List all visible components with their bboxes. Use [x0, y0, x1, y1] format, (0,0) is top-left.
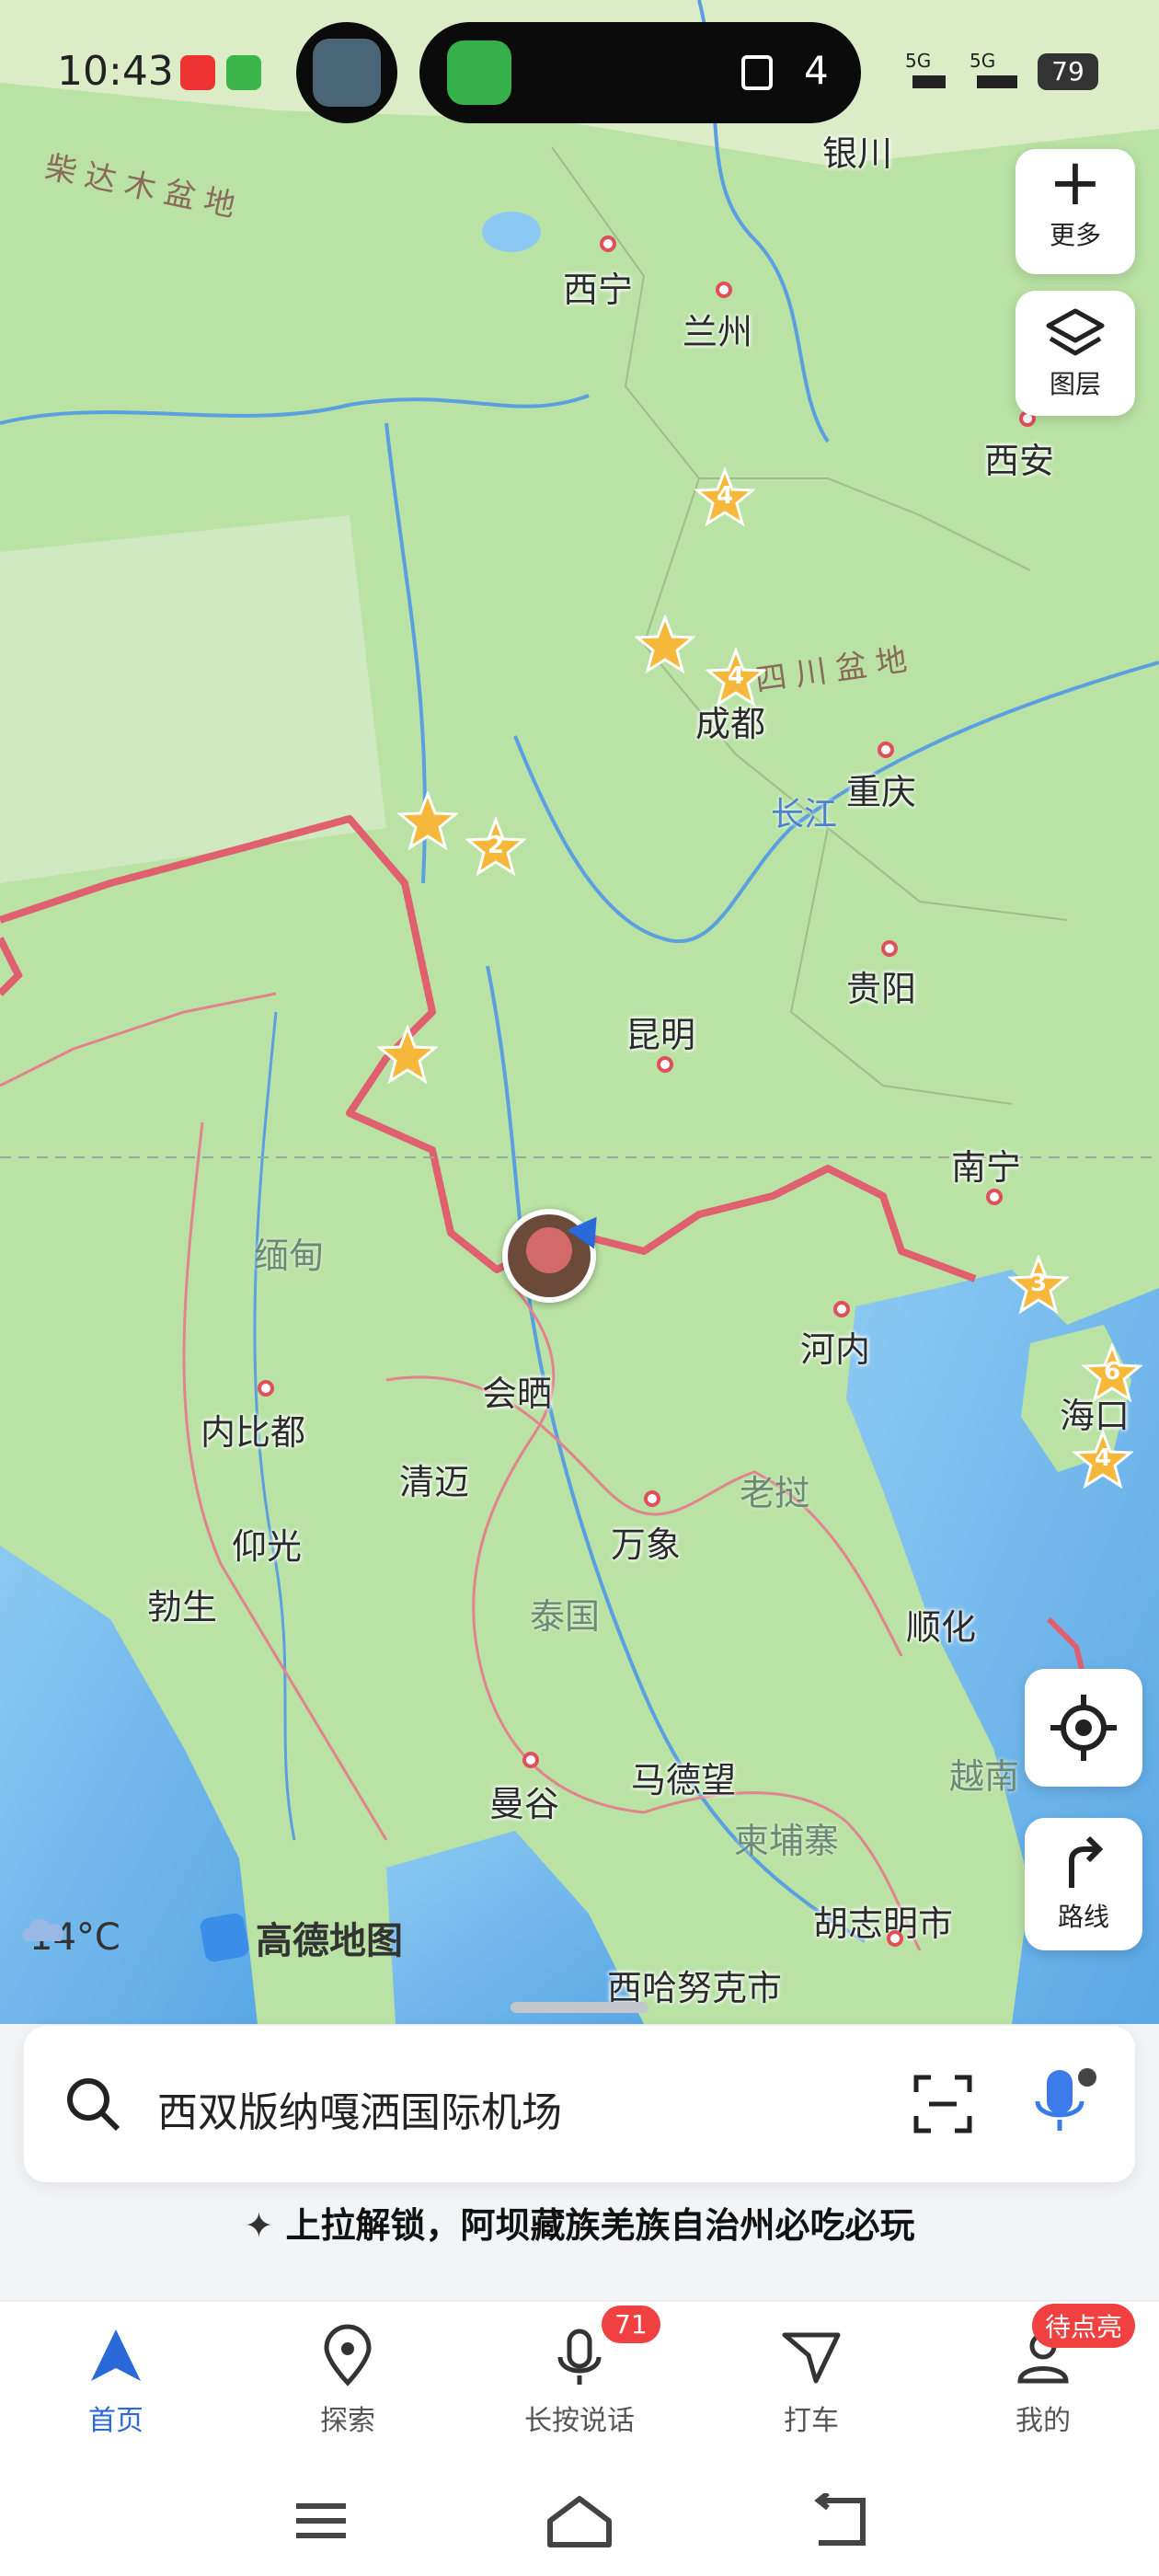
scenic-spot-marker[interactable]: 4	[1073, 1430, 1133, 1490]
app-notification-icon	[180, 55, 215, 90]
battery-icon: 79	[1038, 53, 1098, 90]
search-bar[interactable]: 西双版纳嘎洒国际机场	[24, 2026, 1135, 2182]
status-time: 10:43	[57, 48, 174, 95]
signal-icon: 5G	[970, 50, 1023, 90]
app-logo-icon	[447, 40, 511, 105]
taxi-icon	[782, 2332, 841, 2384]
scenic-spot-marker[interactable]: 2	[465, 817, 526, 878]
search-icon	[67, 2078, 120, 2132]
scenic-spot-marker[interactable]: 6	[1082, 1343, 1142, 1404]
dynamic-island[interactable]: 4	[419, 22, 861, 123]
city-label[interactable]: 曼谷	[489, 1776, 559, 1826]
city-dot	[522, 1752, 539, 1768]
home-icon[interactable]	[543, 2493, 616, 2548]
city-dot	[258, 1380, 274, 1397]
city-label[interactable]: 万象	[611, 1516, 681, 1567]
layers-icon	[1046, 308, 1105, 356]
crosshair-icon	[1050, 1695, 1117, 1761]
city-label[interactable]: 兰州	[683, 304, 752, 354]
weather-widget[interactable]: 14°C	[17, 1910, 120, 1965]
city-label[interactable]: 河内	[800, 1321, 870, 1372]
search-input[interactable]: 西双版纳嘎洒国际机场	[157, 2079, 562, 2138]
country-label: 缅甸	[254, 1236, 325, 1276]
country-label: 泰国	[530, 1596, 601, 1637]
city-dot	[986, 1189, 1003, 1205]
route-button[interactable]: 路线	[1025, 1818, 1142, 1950]
scenic-spot-marker[interactable]: 4	[706, 648, 766, 708]
app-notification-icon	[226, 55, 261, 90]
system-nav-bar	[0, 2466, 1159, 2576]
city-label[interactable]: 内比都	[201, 1404, 305, 1455]
location-pin-icon	[324, 2324, 372, 2386]
tab-voice[interactable]: 长按说话 71	[478, 2306, 681, 2438]
scenic-spot-marker[interactable]	[377, 1025, 438, 1086]
city-dot	[657, 1056, 673, 1073]
city-label[interactable]: 马德望	[631, 1752, 736, 1802]
scenic-spot-marker[interactable]	[397, 791, 458, 852]
city-label[interactable]: 清迈	[399, 1454, 469, 1504]
plus-icon: +	[1048, 144, 1103, 220]
promo-banner[interactable]: ✦ 上拉解锁，阿坝藏族羌族自治州必吃必玩	[0, 2197, 1159, 2248]
tab-profile[interactable]: 我的 待点亮	[942, 2304, 1144, 2438]
brand-logo: 高德地图	[199, 1910, 403, 1965]
city-label[interactable]: 昆明	[625, 1006, 695, 1057]
notification-badge: 待点亮	[1032, 2304, 1136, 2348]
layers-button[interactable]: 图层	[1016, 291, 1135, 416]
back-icon[interactable]	[806, 2493, 870, 2548]
menu-icon[interactable]	[289, 2493, 353, 2548]
luggage-icon	[741, 55, 773, 90]
city-label[interactable]: 胡志明市	[813, 1895, 953, 1946]
sparkle-icon: ✦	[244, 2205, 286, 2246]
status-bar: 10:43 4 5G 5G 79	[0, 0, 1159, 147]
city-label[interactable]: 西安	[984, 432, 1054, 483]
locate-button[interactable]	[1025, 1669, 1142, 1787]
scenic-spot-marker[interactable]	[635, 615, 695, 675]
city-dot	[833, 1301, 850, 1317]
city-dot	[600, 236, 616, 252]
country-label: 越南	[949, 1756, 1020, 1797]
city-label[interactable]: 南宁	[951, 1139, 1021, 1190]
signal-icon: 5G	[905, 50, 951, 90]
bottom-tab-bar: 首页 探索 长按说话 71 打车 我的 待点亮	[0, 2300, 1159, 2467]
city-dot	[887, 1930, 903, 1947]
city-label[interactable]: 会晒	[482, 1365, 552, 1416]
city-label[interactable]: 仰光	[232, 1518, 302, 1569]
island-count: 4	[804, 48, 829, 93]
map-canvas[interactable]: 柴达木盆地 四川盆地 长江 缅甸 老挝 泰国 越南 柬埔寨 银川 西宁 兰州 西…	[0, 0, 1159, 2024]
cloud-icon	[22, 1918, 63, 1941]
microphone-icon	[557, 2329, 602, 2385]
city-dot	[644, 1490, 660, 1507]
avatar	[526, 1227, 572, 1273]
battery-level: 79	[1051, 56, 1084, 86]
notification-badge: 71	[602, 2306, 660, 2343]
tab-home[interactable]: 首页	[15, 2324, 217, 2438]
country-label: 柬埔寨	[734, 1821, 840, 1861]
city-label[interactable]: 重庆	[846, 764, 916, 814]
scan-icon[interactable]	[911, 2072, 975, 2136]
country-label: 老挝	[740, 1473, 810, 1513]
city-label[interactable]: 西宁	[563, 261, 633, 312]
voice-assistant-icon[interactable]	[1027, 2063, 1100, 2145]
river-label: 长江	[771, 796, 838, 834]
city-label[interactable]: 勃生	[147, 1579, 217, 1629]
brand-icon	[199, 1912, 250, 1963]
route-arrow-icon	[1069, 1835, 1104, 1888]
city-label[interactable]: 顺化	[906, 1599, 976, 1650]
city-dot	[716, 282, 732, 298]
city-label[interactable]: 贵阳	[846, 960, 916, 1011]
nav-arrow-icon	[91, 2329, 141, 2381]
drag-handle[interactable]	[511, 2002, 648, 2013]
scenic-spot-marker[interactable]: 3	[1008, 1255, 1069, 1316]
album-art-icon	[313, 39, 381, 107]
media-island[interactable]	[296, 22, 397, 123]
city-dot	[878, 742, 894, 758]
tab-taxi[interactable]: 打车	[710, 2324, 912, 2438]
tab-explore[interactable]: 探索	[247, 2324, 449, 2438]
city-dot	[881, 940, 898, 957]
scenic-spot-marker[interactable]: 4	[694, 467, 755, 528]
more-button[interactable]: + 更多	[1016, 149, 1135, 274]
